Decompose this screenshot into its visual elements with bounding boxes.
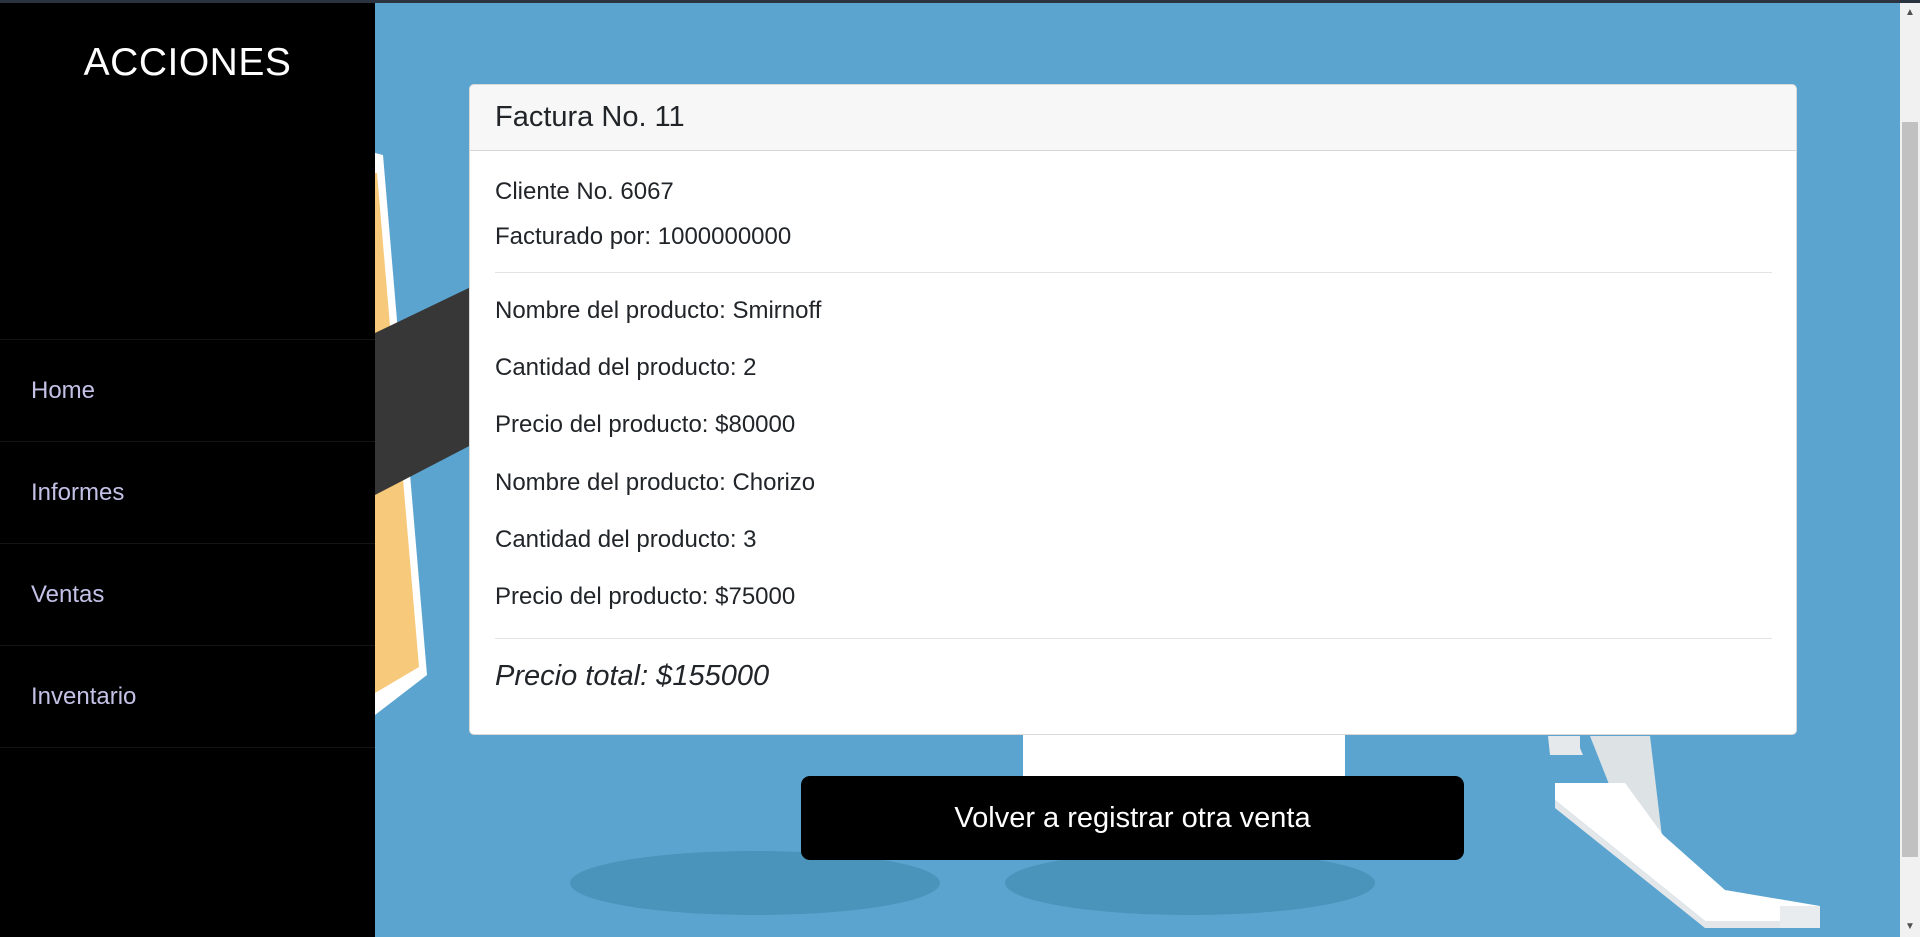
sidebar-item-ventas[interactable]: Ventas [0,544,375,646]
product-name: Nombre del producto: Chorizo [495,469,816,496]
vertical-scrollbar[interactable]: ▲ ▼ [1900,3,1920,937]
invoice-total: Precio total: $155000 [495,660,770,692]
product-name: Nombre del producto: Smirnoff [495,297,822,324]
divider [495,272,1772,273]
divider [495,638,1772,639]
product-quantity: Cantidad del producto: 3 [495,526,757,553]
product-quantity: Cantidad del producto: 2 [495,354,757,381]
invoice-card: Factura No. 11 Cliente No. 6067 Facturad… [469,84,1797,735]
scroll-down-arrow-icon[interactable]: ▼ [1900,917,1920,937]
window-top-border [0,0,1920,3]
client-number: Cliente No. 6067 [495,178,674,205]
scroll-up-arrow-icon[interactable]: ▲ [1900,3,1920,23]
sidebar-item-home[interactable]: Home [0,340,375,442]
billed-by: Facturado por: 1000000000 [495,223,792,250]
sidebar-item-inventario[interactable]: Inventario [0,646,375,748]
sidebar-nav: Home Informes Ventas Inventario [0,339,375,748]
sidebar: ACCIONES Home Informes Ventas Inventario [0,3,375,937]
scrollbar-thumb[interactable] [1902,122,1918,857]
product-price: Precio del producto: $75000 [495,583,796,610]
register-another-sale-button[interactable]: Volver a registrar otra venta [801,776,1464,860]
invoice-header: Factura No. 11 [470,85,1796,151]
product-price: Precio del producto: $80000 [495,411,796,438]
sidebar-item-informes[interactable]: Informes [0,442,375,544]
invoice-title: Factura No. 11 [495,101,685,133]
sidebar-title: ACCIONES [83,41,292,84]
